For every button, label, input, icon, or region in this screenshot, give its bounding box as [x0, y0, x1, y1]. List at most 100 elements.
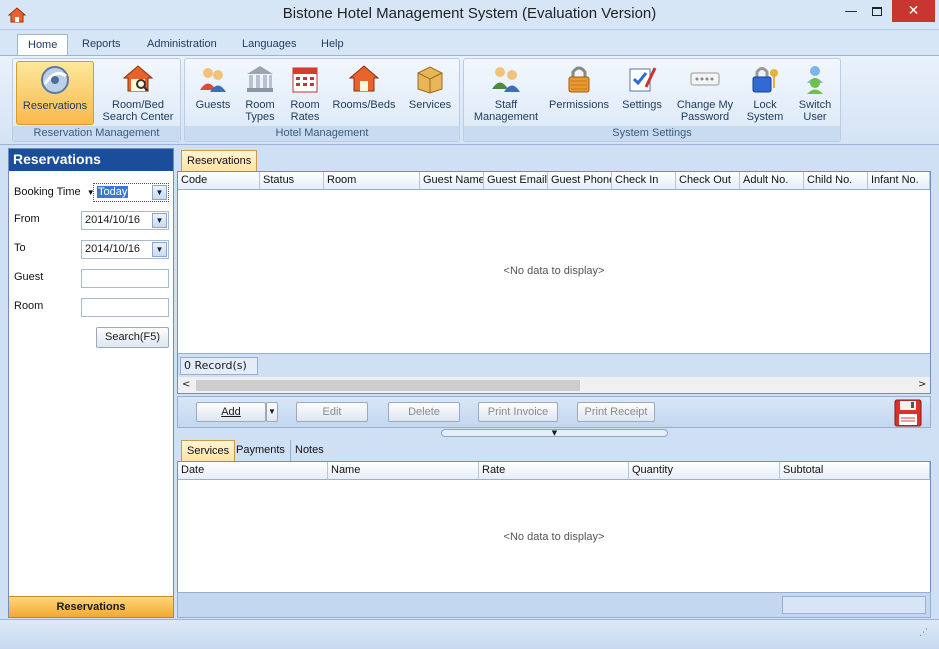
room-bed-search-center-button[interactable]: Room/Bed Search Center	[97, 61, 179, 125]
chevron-down-icon: ▼	[551, 429, 558, 437]
tab-payments[interactable]: Payments	[231, 440, 291, 461]
reservations-button[interactable]: Reservations	[16, 61, 94, 125]
calendar-icon	[288, 63, 322, 95]
group-title-system-settings: System Settings	[464, 126, 840, 141]
change-password-button[interactable]: Change My Password	[672, 61, 738, 125]
chevron-down-icon[interactable]: ▼	[152, 213, 167, 228]
chevron-down-icon[interactable]: ▼	[152, 242, 167, 257]
horizontal-scrollbar[interactable]: < >	[177, 377, 931, 394]
lock-key-icon	[748, 63, 782, 95]
reservations-filter-panel: Reservations Booking Time ▼ Today ▼ From…	[8, 148, 174, 618]
lock-system-button[interactable]: Lock System	[740, 61, 790, 125]
status-bar: ⋰	[0, 619, 939, 649]
to-date-field[interactable]: 2014/10/16 ▼	[81, 240, 169, 259]
col-child-no[interactable]: Child No.	[804, 172, 868, 190]
scroll-left-icon[interactable]: <	[182, 379, 190, 390]
services-label: Services	[408, 99, 452, 111]
settings-label: Settings	[622, 99, 662, 111]
reservation-toolbar: Add ▼ Edit Delete Print Invoice Print Re…	[177, 396, 931, 428]
subtotal-summary-cell	[782, 596, 926, 614]
padlock-icon	[562, 63, 596, 95]
guests-icon	[196, 63, 230, 95]
tab-help[interactable]: Help	[311, 34, 354, 56]
maximize-button[interactable]	[864, 0, 890, 22]
chevron-down-icon: ▼	[268, 407, 276, 416]
minimize-button[interactable]: —	[838, 0, 864, 22]
delete-button[interactable]: Delete	[388, 402, 460, 422]
col-date[interactable]: Date	[178, 462, 328, 480]
col-subtotal[interactable]: Subtotal	[780, 462, 930, 480]
room-input[interactable]	[81, 298, 169, 317]
tab-languages[interactable]: Languages	[232, 34, 306, 56]
group-title-reservation-management: Reservation Management	[13, 126, 180, 141]
col-guest-email[interactable]: Guest Email	[484, 172, 548, 190]
from-date-field[interactable]: 2014/10/16 ▼	[81, 211, 169, 230]
search-button[interactable]: Search(F5)	[96, 327, 169, 348]
from-label: From	[14, 213, 40, 225]
record-count: 0 Record(s)	[180, 357, 258, 375]
menu-tab-bar: Home Reports Administration Languages He…	[0, 31, 939, 56]
resize-grip-icon[interactable]: ⋰	[919, 628, 931, 640]
group-reservation-management: Reservations Room/Bed Search Center Rese…	[12, 58, 181, 142]
guest-input[interactable]	[81, 269, 169, 288]
tab-home[interactable]: Home	[17, 34, 69, 56]
tab-services[interactable]: Services	[181, 440, 236, 461]
house-icon	[347, 63, 381, 95]
switch-user-button[interactable]: Switch User	[792, 61, 838, 125]
reservations-label: Reservations	[22, 100, 88, 112]
tab-administration[interactable]: Administration	[137, 34, 227, 56]
ribbon: Reservations Room/Bed Search Center Rese…	[0, 55, 939, 145]
edit-button[interactable]: Edit	[296, 402, 368, 422]
booking-time-label[interactable]: Booking Time ▼	[14, 186, 95, 198]
reservations-icon	[38, 64, 72, 96]
tab-reports[interactable]: Reports	[72, 34, 131, 56]
close-icon: ✕	[907, 3, 920, 19]
reservations-nav-button[interactable]: Reservations	[9, 596, 173, 617]
col-infant-no[interactable]: Infant No.	[868, 172, 930, 190]
guest-label: Guest	[14, 271, 44, 283]
grid-footer: 0 Record(s)	[178, 353, 930, 377]
room-types-button[interactable]: Room Types	[238, 61, 282, 125]
services-button[interactable]: Services	[403, 61, 457, 125]
save-floppy-icon[interactable]	[894, 399, 922, 427]
settings-button[interactable]: Settings	[615, 61, 669, 125]
room-rates-label: Room Rates	[290, 99, 320, 123]
password-field-icon	[688, 63, 722, 95]
add-dropdown-button[interactable]: ▼	[266, 402, 278, 422]
guests-button[interactable]: Guests	[189, 61, 237, 125]
guests-label: Guests	[195, 99, 231, 111]
col-check-in[interactable]: Check In	[612, 172, 676, 190]
col-rate[interactable]: Rate	[479, 462, 629, 480]
reservations-grid: Code Status Room Guest Name Guest Email …	[177, 171, 931, 378]
tab-notes[interactable]: Notes	[290, 440, 329, 461]
window-title: Bistone Hotel Management System (Evaluat…	[282, 5, 657, 22]
switch-user-icon	[798, 63, 832, 95]
col-guest-phone[interactable]: Guest Phone	[548, 172, 612, 190]
col-code[interactable]: Code	[178, 172, 260, 190]
main-content: Reservations Code Status Room Guest Name…	[177, 148, 931, 618]
room-rates-button[interactable]: Room Rates	[283, 61, 327, 125]
add-button[interactable]: Add	[196, 402, 266, 422]
col-check-out[interactable]: Check Out	[676, 172, 740, 190]
permissions-button[interactable]: Permissions	[546, 61, 612, 125]
staff-users-icon	[489, 63, 523, 95]
rooms-beds-button[interactable]: Rooms/Beds	[328, 61, 400, 125]
scroll-thumb[interactable]	[196, 380, 580, 391]
col-room[interactable]: Room	[324, 172, 420, 190]
col-quantity[interactable]: Quantity	[629, 462, 780, 480]
col-adult-no[interactable]: Adult No.	[740, 172, 804, 190]
group-system-settings: Staff Management Permissions Settings Ch…	[463, 58, 841, 142]
scroll-right-icon[interactable]: >	[918, 379, 926, 390]
col-status[interactable]: Status	[260, 172, 324, 190]
staff-management-button[interactable]: Staff Management	[468, 61, 544, 125]
splitter-handle[interactable]: ▼	[441, 429, 668, 437]
booking-time-select[interactable]: Today ▼	[93, 183, 169, 202]
print-invoice-button[interactable]: Print Invoice	[478, 402, 558, 422]
col-name[interactable]: Name	[328, 462, 479, 480]
to-label: To	[14, 242, 26, 254]
close-button[interactable]: ✕	[892, 0, 935, 22]
col-guest-name[interactable]: Guest Name	[420, 172, 484, 190]
print-receipt-button[interactable]: Print Receipt	[577, 402, 655, 422]
package-box-icon	[413, 63, 447, 95]
tab-reservations[interactable]: Reservations	[181, 150, 258, 171]
